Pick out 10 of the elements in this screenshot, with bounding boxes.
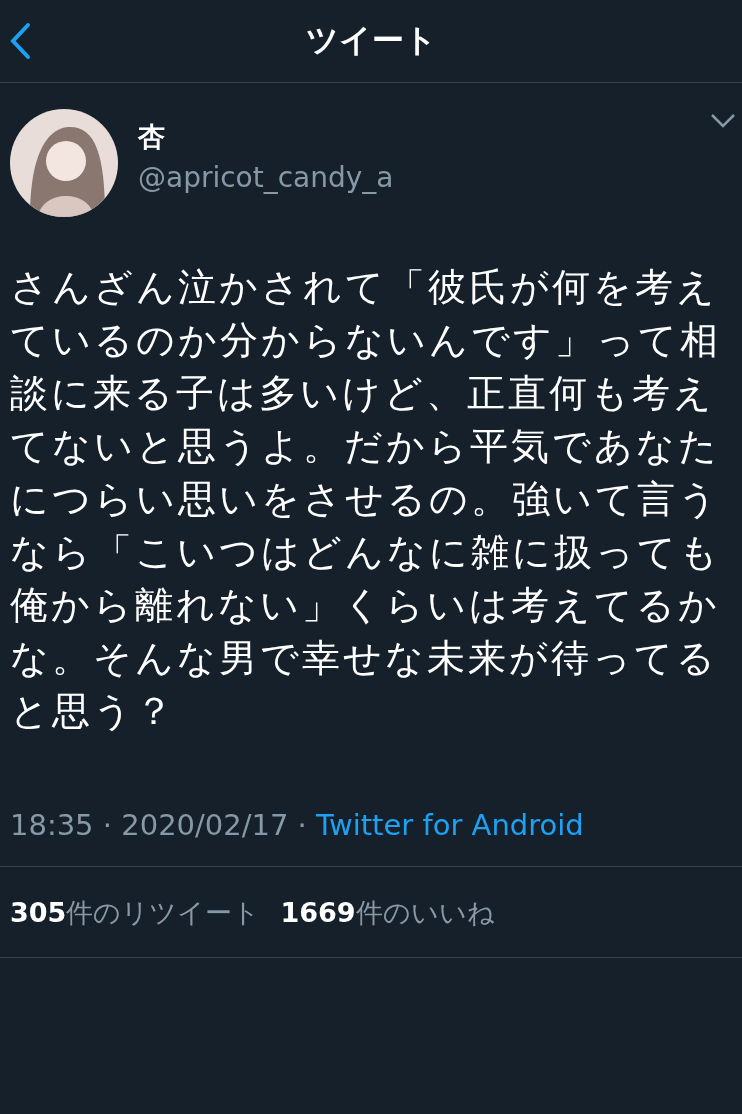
author-handle: @apricot_candy_a (138, 160, 394, 194)
engagement-count[interactable]: 305件のリツイート (10, 895, 261, 931)
tweet-text: さんざん泣かされて「彼氏が何を考えているのか分からないんです」って相談に来る子は多いけど、正直何も考えてないと思うよ。だから平気であなたにつらい思いをさせるの。強いて言うなら「こいつはどんなに雑に扱っても俺から離れない」くらいは考えてるかな。そんな男で幸せな未来が待ってると思う？ (10, 264, 722, 735)
tweet-timestamp: 18:35 · 2020/02/17 · (10, 808, 307, 842)
source-link[interactable]: Twitter for Android (316, 808, 584, 842)
back-icon (8, 22, 32, 60)
author-name: 杏 (138, 119, 166, 154)
chevron-down-icon[interactable] (710, 113, 736, 129)
engagement-count[interactable]: 1669件のいいね (280, 895, 495, 931)
page-title: ツイート (305, 20, 437, 61)
